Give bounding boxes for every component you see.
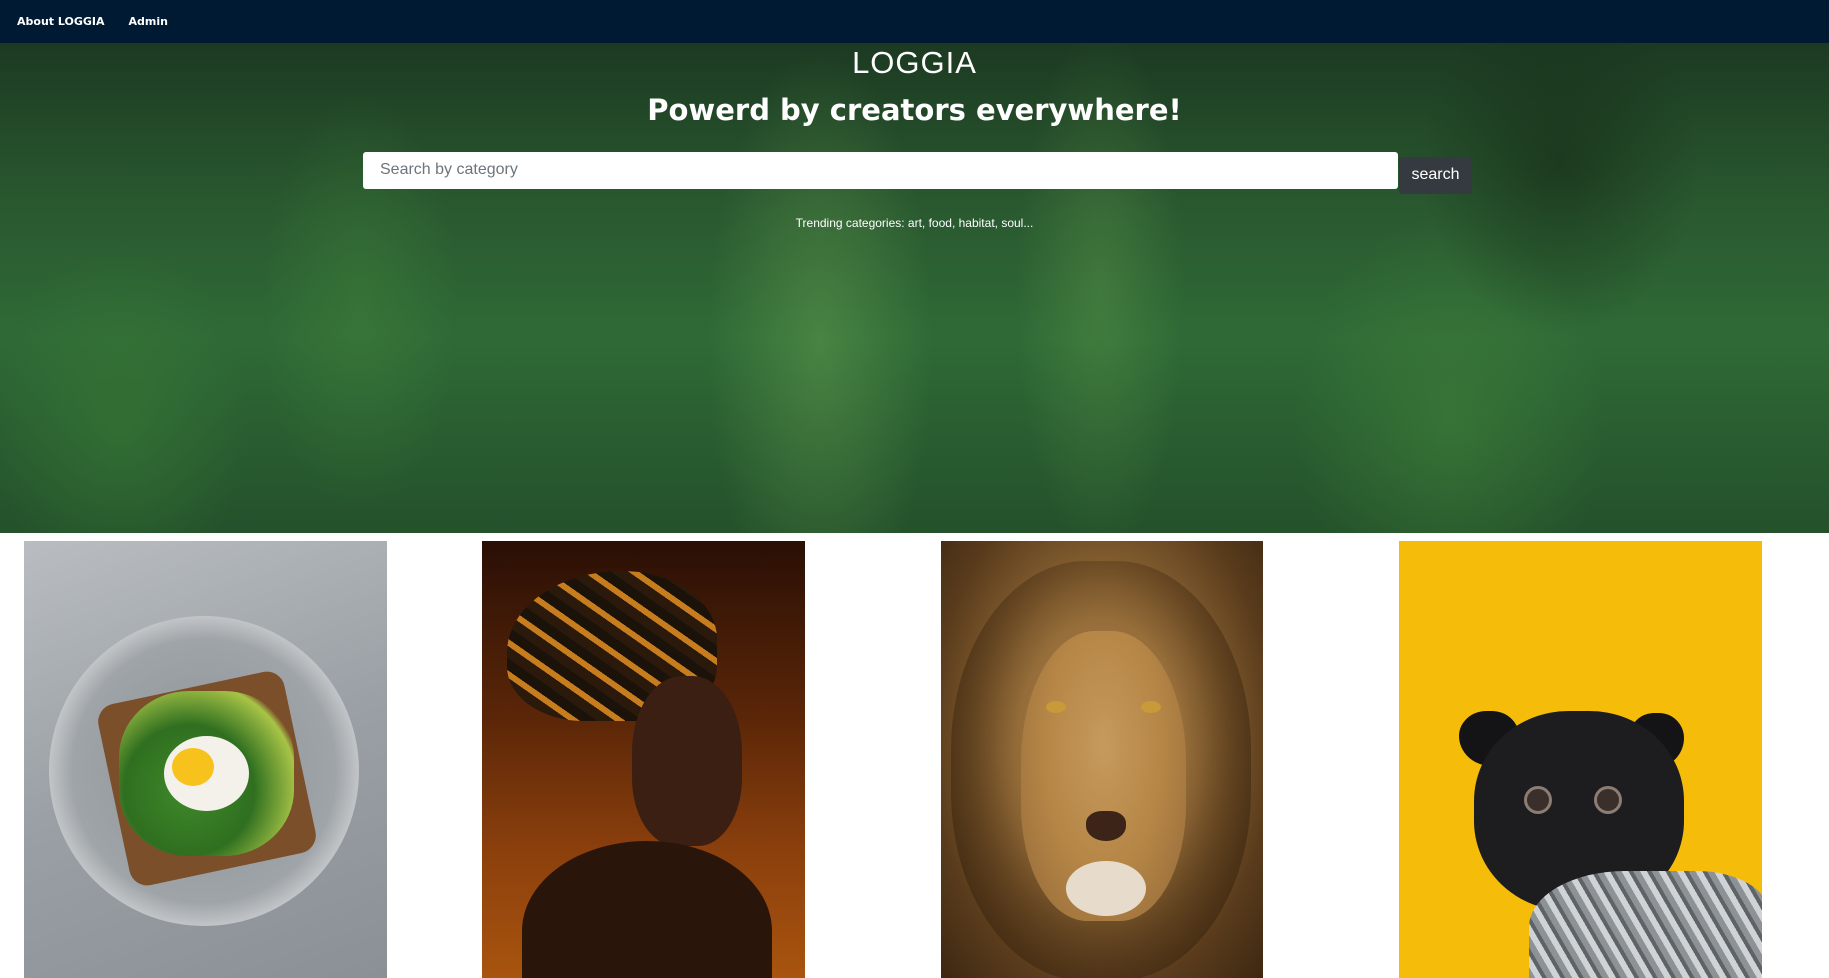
- search-bar: search: [363, 150, 1473, 194]
- face-shape: [632, 676, 742, 846]
- nav-link-admin[interactable]: Admin: [129, 15, 168, 28]
- trending-categories: Trending categories: art, food, habitat,…: [795, 216, 1034, 230]
- lion-chin: [1066, 861, 1146, 916]
- gallery-photo-pug[interactable]: [1399, 541, 1762, 978]
- gallery-photo-portrait[interactable]: [482, 541, 805, 978]
- pug-left-eye: [1524, 786, 1552, 814]
- shoulder-shape: [522, 841, 772, 978]
- pug-sweater: [1529, 871, 1762, 978]
- gallery-photo-lion[interactable]: [941, 541, 1263, 978]
- lion-left-eye: [1046, 701, 1066, 713]
- brand-title: LOGGIA: [852, 45, 977, 80]
- search-input[interactable]: [363, 151, 1398, 189]
- search-button[interactable]: search: [1399, 156, 1472, 194]
- hero-banner: LOGGIA Powerd by creators everywhere! se…: [0, 43, 1829, 533]
- hero-tagline: Powerd by creators everywhere!: [647, 93, 1182, 127]
- lion-right-eye: [1141, 701, 1161, 713]
- yolk-shape: [172, 748, 214, 786]
- gallery-photo-food[interactable]: [24, 541, 387, 978]
- top-navbar: About LOGGIA Admin: [0, 0, 1829, 43]
- lion-nose: [1086, 811, 1126, 841]
- photo-gallery: [0, 541, 1829, 978]
- pug-right-eye: [1594, 786, 1622, 814]
- nav-link-about[interactable]: About LOGGIA: [17, 15, 105, 28]
